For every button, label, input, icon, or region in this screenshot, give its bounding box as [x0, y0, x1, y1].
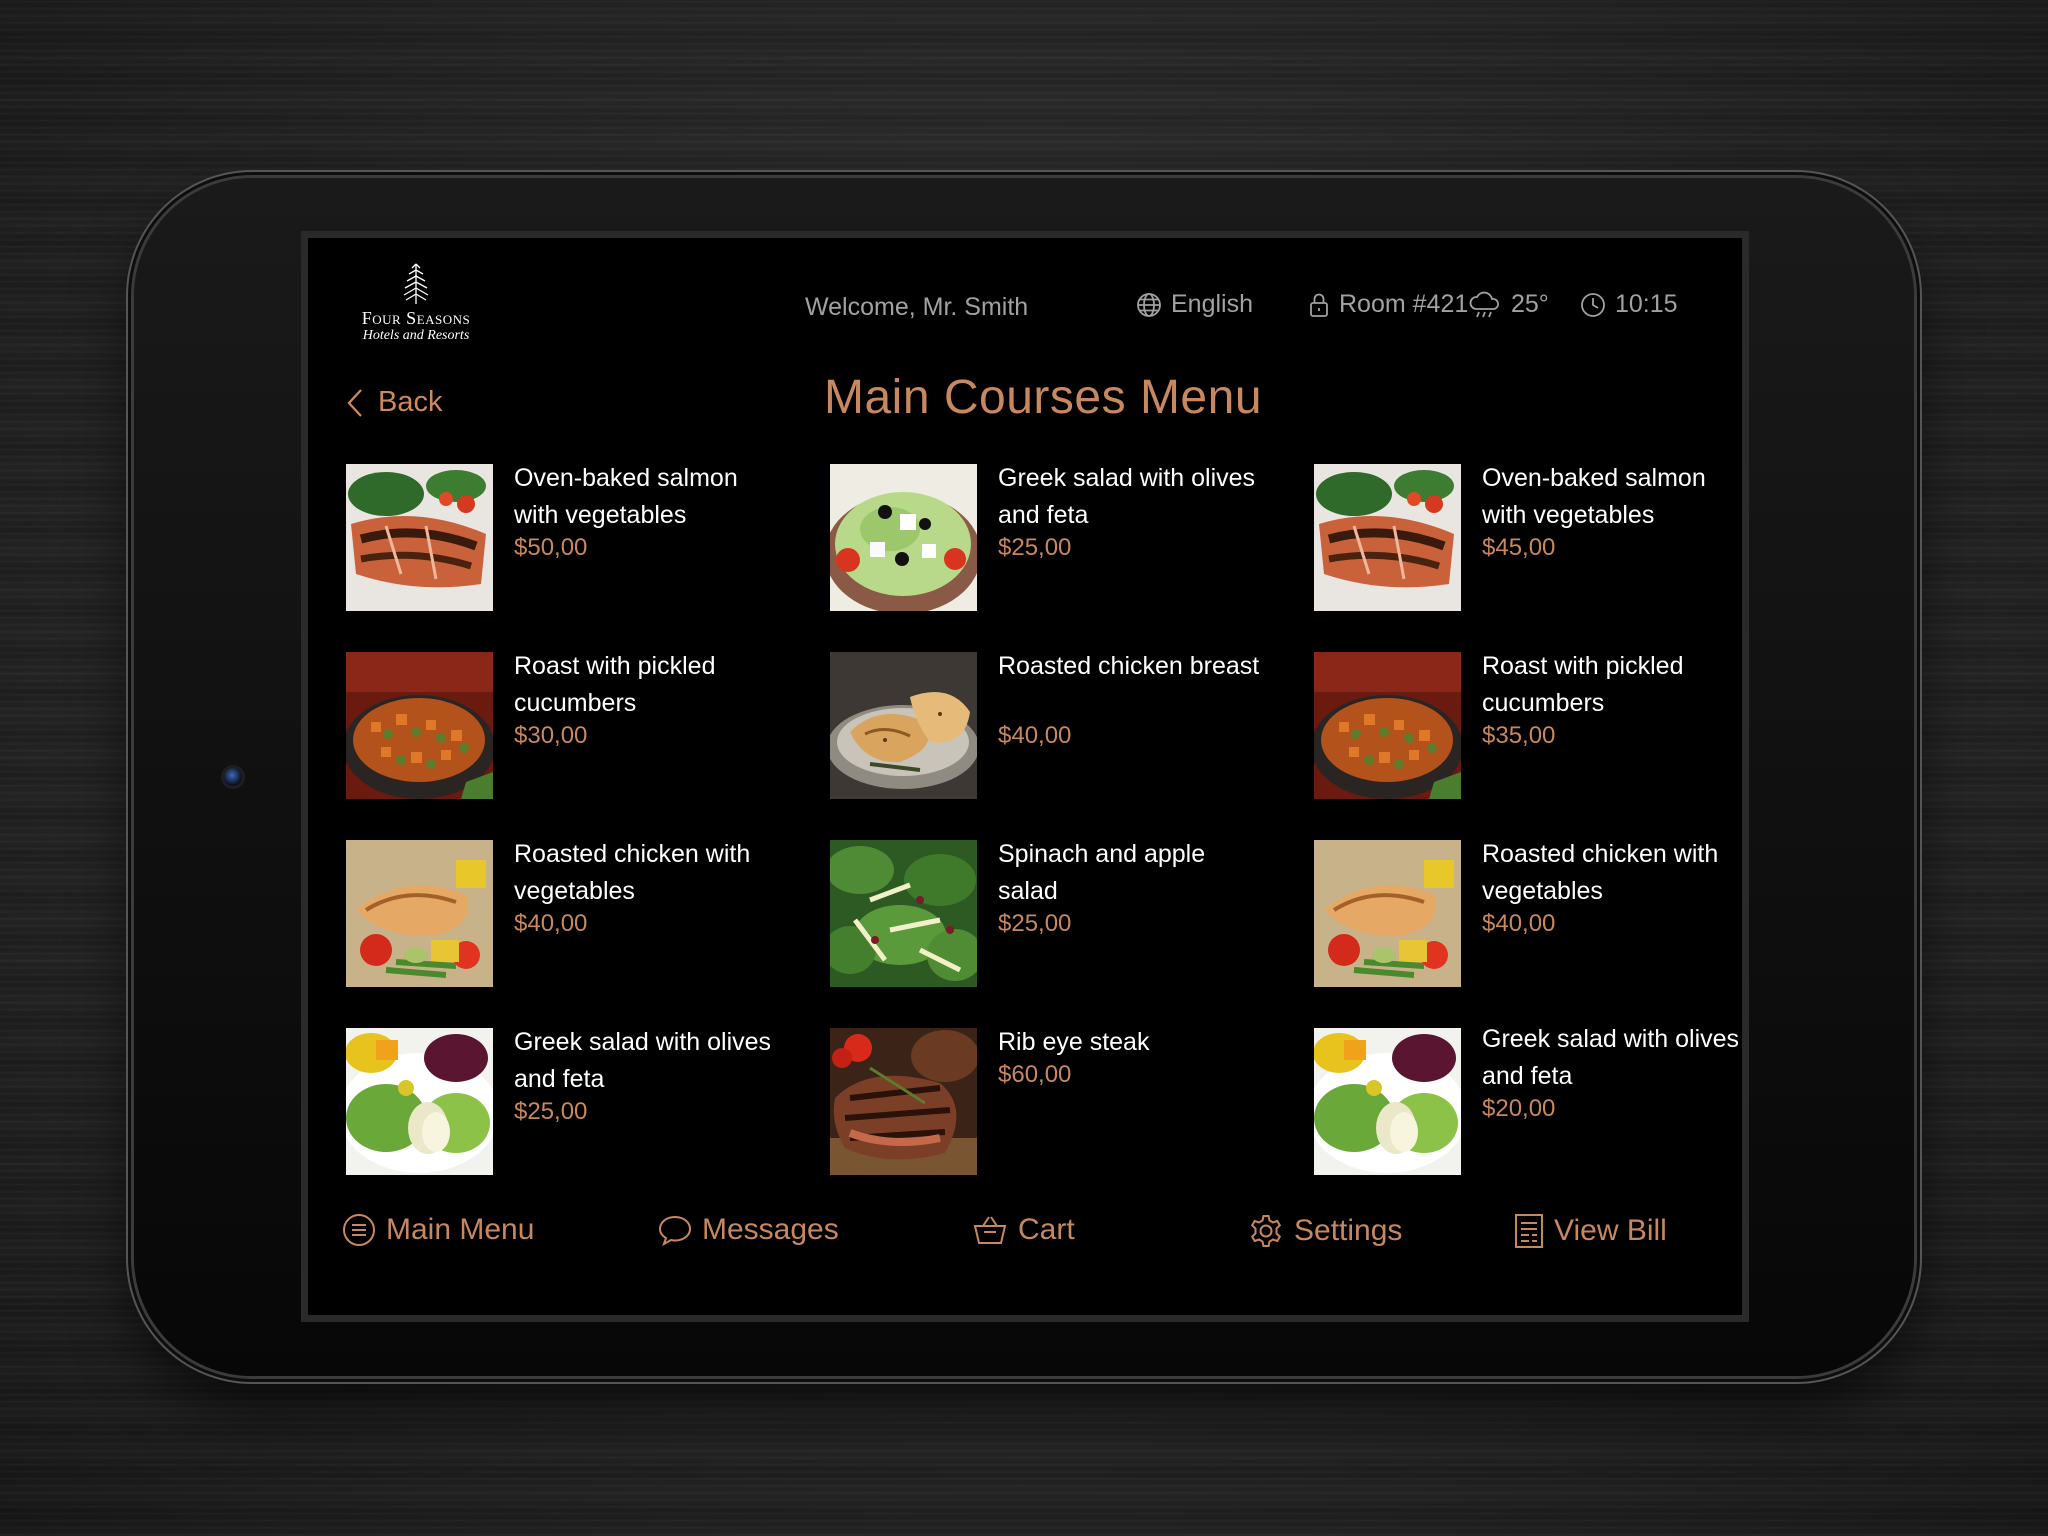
chicken-breast-image [830, 652, 977, 799]
item-name: Roast with pickled cucumbers [1482, 652, 1684, 717]
nav-cart-label: Cart [1018, 1213, 1075, 1246]
item-price: $40,00 [1482, 910, 1556, 937]
item-name: Oven-baked salmon with vegetables [514, 464, 738, 529]
item-name: Roasted chicken breast [998, 652, 1260, 680]
back-button[interactable]: Back [346, 386, 442, 419]
welcome-message: Welcome, Mr. Smith [805, 293, 1029, 321]
item-name: Roast with pickled cucumbers [514, 652, 716, 717]
rib-eye-steak-image [830, 1028, 977, 1175]
chevron-left-icon [347, 388, 362, 417]
language-label: English [1171, 290, 1253, 318]
roast-dish-image [1314, 652, 1461, 799]
receipt-icon [1515, 1214, 1543, 1248]
menu-item[interactable]: Roasted chicken breast $40,00 [830, 652, 1280, 802]
menu-item[interactable]: Greek salad with olives and feta $25,00 [346, 1028, 796, 1178]
greek-salad-plate-image [346, 1028, 493, 1175]
logo-brand-text: Four Seasons [361, 308, 471, 328]
clock-icon [1581, 292, 1605, 317]
nav-settings-label: Settings [1294, 1214, 1403, 1247]
tablet-frame: Four Seasons Hotels and Resorts Welcome,… [134, 178, 1914, 1376]
time-label: 10:15 [1615, 290, 1678, 318]
menu-item[interactable]: Rib eye steak $60,00 [830, 1028, 1280, 1178]
menu-circle-icon [343, 1214, 375, 1246]
item-name: Oven-baked salmon with vegetables [1482, 464, 1706, 529]
nav-main-menu-label: Main Menu [386, 1213, 535, 1246]
item-price: $40,00 [998, 722, 1072, 749]
menu-item[interactable]: Greek salad with olives and feta $20,00 [1314, 1025, 1742, 1178]
item-price: $35,00 [1482, 722, 1556, 749]
bottom-navigation: Main Menu Messages Cart Settings View Bi… [308, 1213, 1742, 1283]
nav-messages[interactable]: Messages [658, 1213, 839, 1247]
lock-icon [1310, 293, 1328, 317]
item-price: $25,00 [998, 534, 1072, 561]
nav-settings[interactable]: Settings [1248, 1213, 1402, 1249]
salmon-dish-image [1314, 464, 1461, 611]
page-title: Main Courses Menu [824, 371, 1263, 424]
item-price: $30,00 [514, 722, 588, 749]
back-label: Back [378, 386, 443, 418]
salmon-dish-image [346, 464, 493, 611]
spinach-salad-image [830, 840, 977, 987]
language-selector[interactable]: English [1136, 290, 1253, 319]
temperature-label: 25° [1511, 290, 1549, 318]
globe-icon [1137, 292, 1161, 317]
item-name: Roasted chicken with vegetables [514, 840, 751, 905]
basket-icon [973, 1216, 1007, 1244]
nav-main-menu[interactable]: Main Menu [342, 1213, 534, 1247]
nav-view-bill[interactable]: View Bill [1514, 1213, 1667, 1249]
chicken-vegetables-image [346, 840, 493, 987]
menu-item[interactable]: Roast with pickled cucumbers $35,00 [1314, 652, 1742, 802]
room-label: Room #421 [1339, 290, 1469, 318]
nav-messages-label: Messages [702, 1213, 839, 1246]
clock-indicator: 10:15 [1580, 290, 1678, 319]
nav-cart[interactable]: Cart [972, 1213, 1075, 1247]
chicken-vegetables-image [1314, 840, 1461, 987]
menu-item[interactable]: Spinach and apple salad $25,00 [830, 840, 1280, 990]
item-price: $25,00 [998, 910, 1072, 937]
greek-salad-plate-image [1314, 1028, 1461, 1175]
menu-item[interactable]: Roast with pickled cucumbers $30,00 [346, 652, 796, 802]
nav-view-bill-label: View Bill [1554, 1214, 1667, 1247]
tree-logo-icon [403, 263, 429, 304]
menu-item[interactable]: Oven-baked salmon with vegetables $50,00 [346, 464, 796, 614]
item-price: $50,00 [514, 534, 588, 561]
app-screen: Four Seasons Hotels and Resorts Welcome,… [308, 238, 1742, 1315]
item-name: Roasted chicken with vegetables [1482, 840, 1719, 905]
greek-salad-bowl-image [830, 464, 977, 611]
item-name: Spinach and apple salad [998, 840, 1206, 905]
top-bar: Four Seasons Hotels and Resorts Welcome,… [308, 238, 1742, 348]
item-name: Rib eye steak [998, 1028, 1150, 1056]
room-indicator: Room #421 [1308, 290, 1468, 319]
menu-item[interactable]: Oven-baked salmon with vegetables $45,00 [1314, 464, 1742, 614]
speech-bubble-icon [658, 1215, 692, 1246]
menu-item[interactable]: Roasted chicken with vegetables $40,00 [346, 840, 796, 990]
camera-lens [224, 768, 242, 786]
item-price: $25,00 [514, 1098, 588, 1125]
item-name: Greek salad with olives and feta [998, 464, 1256, 529]
weather-indicator: 25° [1468, 290, 1549, 319]
menu-item[interactable]: Greek salad with olives and feta $25,00 [830, 464, 1280, 614]
four-seasons-logo: Four Seasons Hotels and Resorts [346, 260, 486, 344]
item-name: Greek salad with olives and feta [514, 1028, 772, 1093]
item-price: $40,00 [514, 910, 588, 937]
item-price: $60,00 [998, 1061, 1072, 1088]
rain-cloud-icon [1469, 291, 1499, 317]
roast-dish-image [346, 652, 493, 799]
item-name: Greek salad with olives and feta [1482, 1025, 1740, 1090]
item-price: $45,00 [1482, 534, 1556, 561]
logo-subtitle-text: Hotels and Resorts [362, 328, 470, 343]
item-price: $20,00 [1482, 1095, 1556, 1122]
menu-item[interactable]: Roasted chicken with vegetables $40,00 [1314, 840, 1742, 990]
gear-icon [1250, 1215, 1282, 1247]
